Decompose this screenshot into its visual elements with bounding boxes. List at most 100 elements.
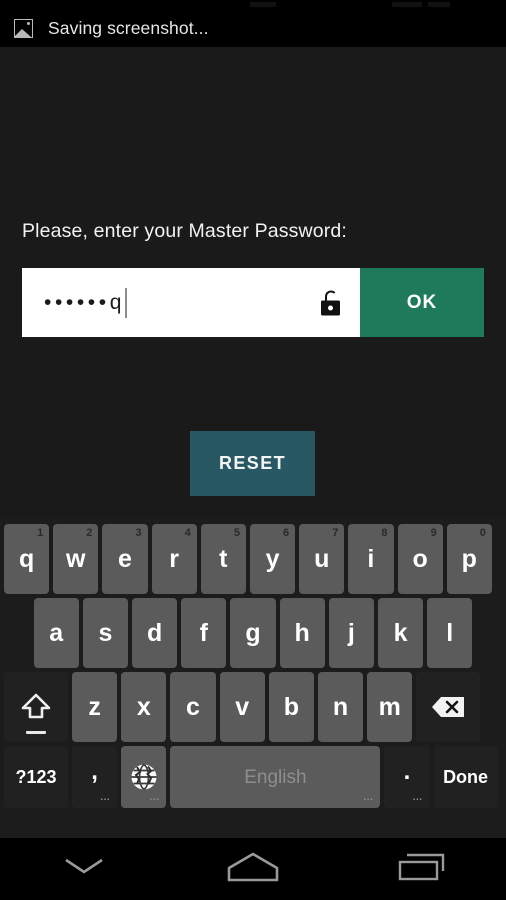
chevron-down-icon [61, 855, 107, 884]
key-label: d [146, 618, 163, 647]
key-label: z [88, 692, 101, 721]
space-key[interactable]: English ... [170, 746, 381, 808]
keyboard-row-3: z x c v b n m [0, 668, 506, 742]
shift-key[interactable] [4, 672, 68, 742]
key-y[interactable]: 6y [249, 524, 296, 594]
key-k[interactable]: k [377, 598, 424, 668]
key-l[interactable]: l [427, 598, 473, 668]
key-hint-7: 7 [332, 527, 339, 539]
done-key[interactable]: Done [433, 746, 498, 808]
key-label: w [66, 544, 86, 573]
ok-button[interactable]: OK [360, 268, 484, 337]
key-w[interactable]: 2w [53, 524, 99, 594]
key-hint-1: 1 [37, 527, 44, 539]
home-pentagon-icon [225, 851, 281, 888]
key-p[interactable]: 0p [446, 524, 492, 594]
key-j[interactable]: j [328, 598, 374, 668]
globe-language-icon [130, 763, 158, 791]
nav-recents-button[interactable] [337, 838, 506, 900]
key-label: i [367, 544, 375, 573]
key-v[interactable]: v [219, 672, 265, 742]
key-label: j [347, 618, 355, 647]
language-hint: ... [149, 792, 160, 803]
key-label: u [314, 544, 330, 573]
key-q[interactable]: 1q [4, 524, 50, 594]
comma-hint: ... [100, 792, 111, 803]
keyboard-row-4: ?123 , ... ... English ... . ... Done [0, 742, 506, 808]
key-label: Done [443, 767, 489, 787]
key-f[interactable]: f [181, 598, 227, 668]
key-t[interactable]: 5t [200, 524, 246, 594]
key-label: t [219, 544, 228, 573]
key-s[interactable]: s [82, 598, 129, 668]
text-caret [125, 287, 127, 318]
soft-keyboard: 1q 2w 3e 4r 5t 6y 7u 8i 9o 0p a s d f g … [0, 518, 506, 838]
language-key[interactable]: ... [121, 746, 167, 808]
keyboard-row-2: a s d f g h j k l [0, 594, 506, 668]
key-label: k [393, 618, 408, 647]
key-hint-9: 9 [430, 527, 437, 539]
key-label: v [235, 692, 250, 721]
status-ghost-icon-3 [428, 2, 450, 7]
key-hint-3: 3 [135, 527, 142, 539]
key-i[interactable]: 8i [348, 524, 394, 594]
period-hint: ... [412, 792, 423, 803]
password-field-row: ••••••q OK [22, 268, 484, 337]
keyboard-row-1: 1q 2w 3e 4r 5t 6y 7u 8i 9o 0p [0, 518, 506, 594]
key-z[interactable]: z [72, 672, 118, 742]
nav-home-button[interactable] [169, 838, 338, 900]
shift-arrow-icon [19, 690, 53, 734]
phone-screen: Saving screenshot... Please, enter your … [0, 0, 506, 900]
key-x[interactable]: x [121, 672, 167, 742]
key-label: , [91, 758, 98, 785]
key-u[interactable]: 7u [299, 524, 345, 594]
password-masked-value: ••••••q [44, 290, 125, 314]
key-label: p [461, 544, 477, 573]
key-a[interactable]: a [33, 598, 79, 668]
comma-key[interactable]: , ... [72, 746, 118, 808]
key-r[interactable]: 4r [151, 524, 197, 594]
key-hint-2: 2 [86, 527, 93, 539]
key-hint-0: 0 [479, 527, 486, 539]
key-label: f [199, 618, 208, 647]
key-label: y [265, 544, 280, 573]
key-n[interactable]: n [317, 672, 364, 742]
key-hint-6: 6 [283, 527, 290, 539]
key-label: g [245, 618, 261, 647]
symbols-key[interactable]: ?123 [4, 746, 68, 808]
status-ghost-icon-1 [250, 2, 276, 7]
android-navigation-bar [0, 838, 506, 900]
notification-saving-screenshot[interactable]: Saving screenshot... [0, 10, 506, 47]
key-label: q [18, 544, 35, 573]
password-input[interactable]: ••••••q [22, 268, 360, 337]
key-g[interactable]: g [230, 598, 276, 668]
status-ghost-icon-2 [392, 2, 422, 7]
backspace-icon [431, 696, 465, 718]
key-label: ?123 [15, 767, 57, 787]
key-label: x [136, 692, 151, 721]
reset-button[interactable]: RESET [190, 431, 315, 496]
key-label: h [294, 618, 310, 647]
key-h[interactable]: h [279, 598, 325, 668]
key-label: n [332, 692, 349, 721]
key-label: o [412, 544, 428, 573]
space-hint: ... [363, 792, 374, 803]
key-b[interactable]: b [268, 672, 314, 742]
key-d[interactable]: d [132, 598, 178, 668]
notification-text: Saving screenshot... [48, 18, 209, 38]
key-label: . [403, 758, 411, 785]
image-icon [14, 19, 33, 38]
key-label: m [378, 692, 401, 721]
key-o[interactable]: 9o [397, 524, 443, 594]
key-label: b [283, 692, 299, 721]
period-key[interactable]: . ... [384, 746, 430, 808]
key-c[interactable]: c [170, 672, 216, 742]
key-e[interactable]: 3e [102, 524, 148, 594]
key-label: s [98, 618, 113, 647]
key-m[interactable]: m [367, 672, 413, 742]
status-bar [0, 0, 506, 10]
space-key-label: English [244, 766, 307, 788]
unlock-icon[interactable] [321, 290, 340, 315]
backspace-key[interactable] [416, 672, 481, 742]
nav-back-button[interactable] [0, 838, 169, 900]
